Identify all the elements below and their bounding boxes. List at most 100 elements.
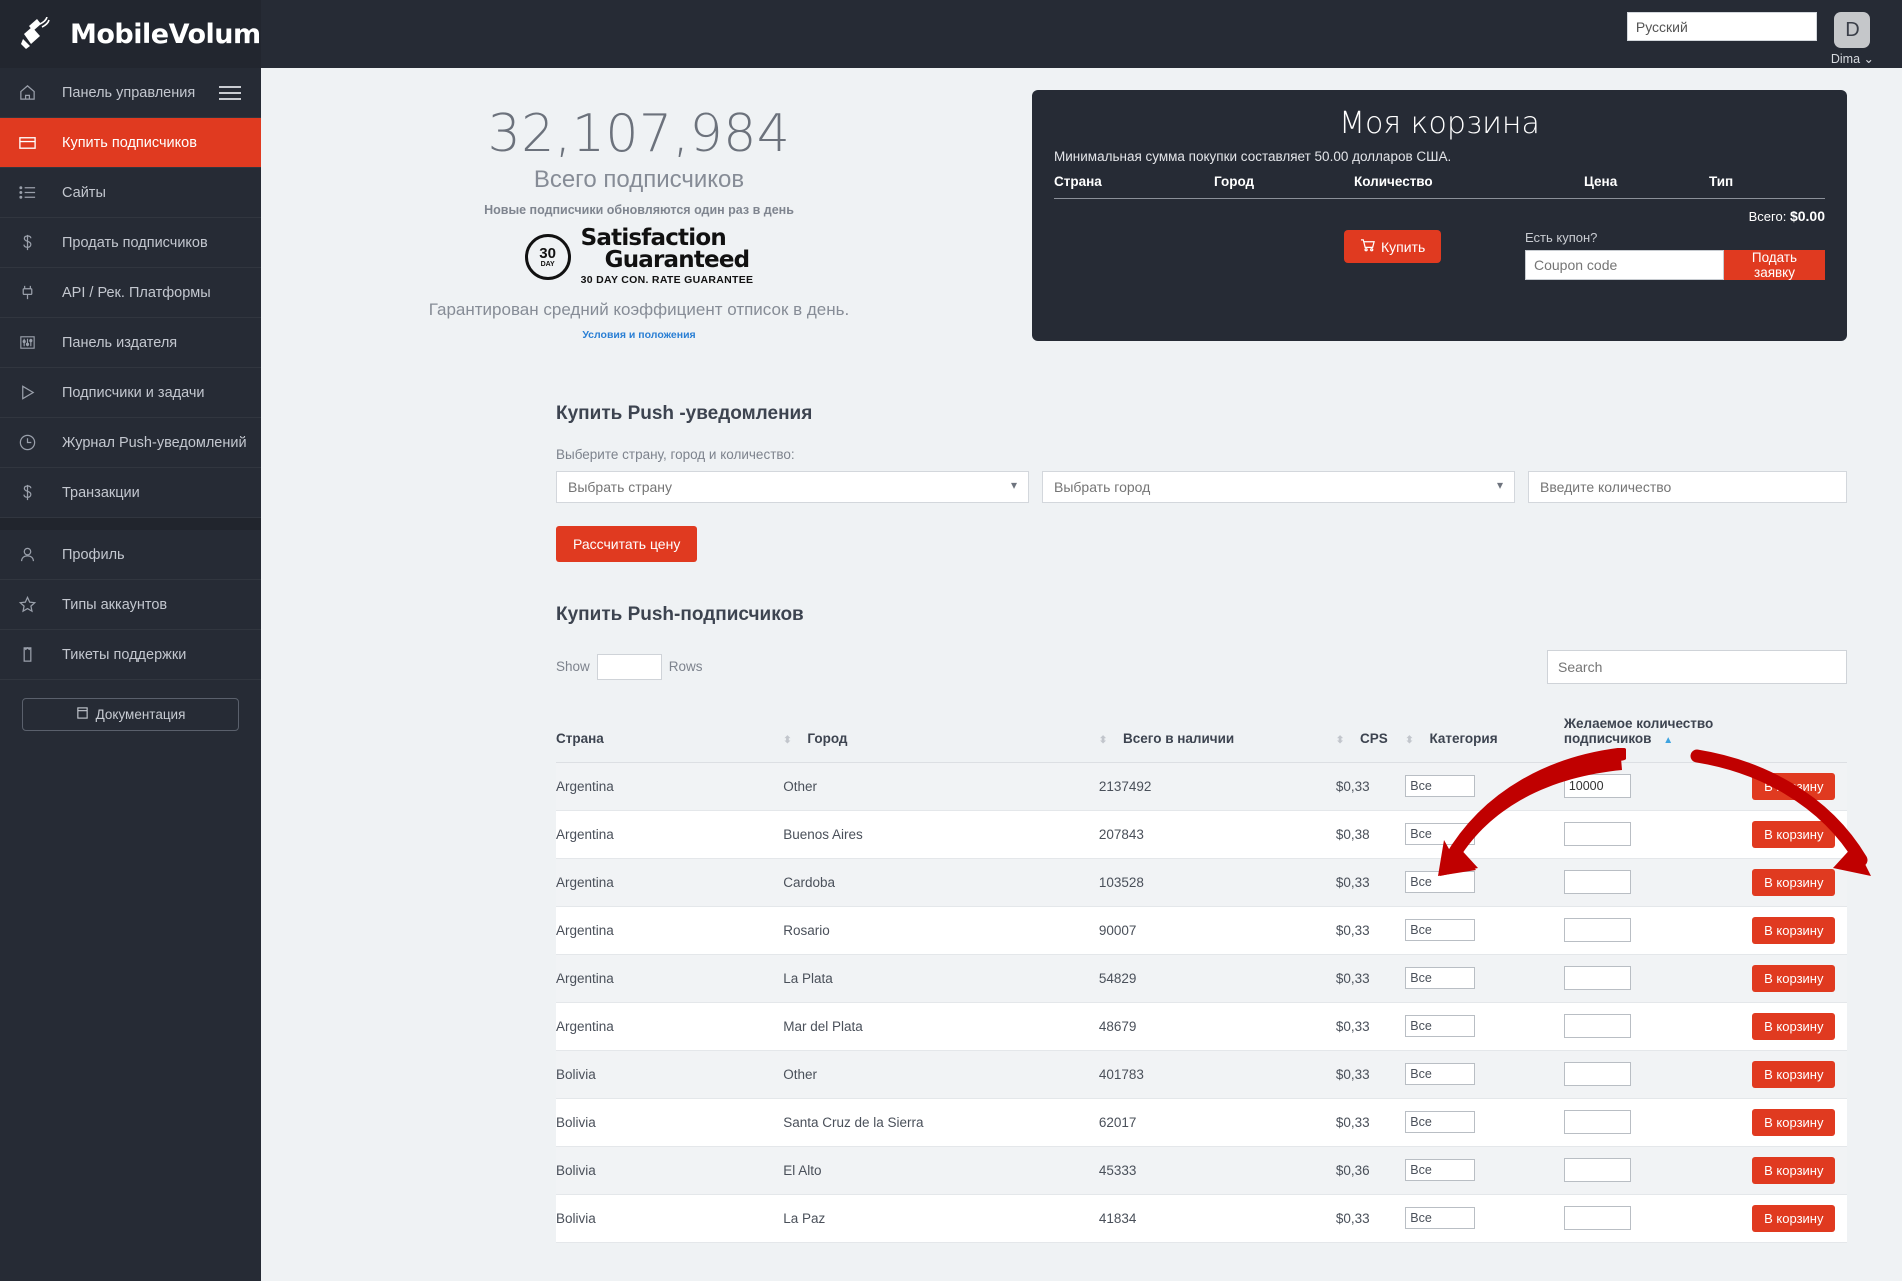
sidebar-item-publisher-panel[interactable]: Панель издателя — [0, 318, 261, 368]
cell-total-available: 48679 — [1098, 1002, 1336, 1051]
cell-cps: $0,36 — [1335, 1146, 1406, 1195]
rate-guarantee-text: Гарантирован средний коэффициент отписок… — [428, 299, 850, 319]
desired-amount-input[interactable] — [1563, 1206, 1631, 1231]
th-cps[interactable]: ⬍ CPS — [1335, 709, 1406, 763]
sort-ascending-icon[interactable]: ▲ — [1663, 735, 1673, 746]
category-input[interactable] — [1405, 1159, 1476, 1182]
add-to-cart-button[interactable]: В корзину — [1752, 1012, 1836, 1040]
desired-amount-input[interactable] — [1563, 1158, 1631, 1183]
desired-amount-input[interactable] — [1563, 774, 1631, 799]
sidebar-divider — [0, 518, 261, 530]
sidebar-item-buy-subscribers[interactable]: Купить подписчиков — [0, 118, 261, 168]
language-select[interactable] — [1626, 12, 1817, 41]
sort-icon[interactable]: ⬍ — [783, 735, 791, 746]
user-menu[interactable]: D Dima ⌄ — [1831, 12, 1874, 66]
sort-icon[interactable]: ⬍ — [1099, 735, 1107, 746]
cell-cps: $0,33 — [1335, 906, 1406, 955]
category-input[interactable] — [1405, 871, 1476, 894]
category-input[interactable] — [1405, 1111, 1476, 1134]
add-to-cart-button[interactable]: В корзину — [1752, 868, 1836, 896]
sidebar-item-api-platforms[interactable]: API / Рек. Платформы — [0, 268, 261, 318]
calculate-price-button[interactable]: Рассчитать цену — [556, 525, 698, 562]
cell-action: В корзину — [1752, 1146, 1847, 1195]
coupon-apply-button[interactable]: Подать заявку — [1724, 250, 1825, 280]
add-to-cart-button[interactable]: В корзину — [1752, 964, 1836, 992]
sidebar-item-subscribers-tasks[interactable]: Подписчики и задачи — [0, 368, 261, 418]
desired-amount-input[interactable] — [1563, 1110, 1631, 1135]
th-country[interactable]: Страна — [556, 709, 784, 763]
cell-city: La Paz — [783, 1194, 1099, 1243]
sidebar-item-dashboard[interactable]: Панель управления — [0, 68, 261, 118]
card-icon — [18, 133, 62, 152]
documentation-button[interactable]: Документация — [22, 698, 239, 731]
search-input[interactable] — [1547, 649, 1847, 684]
add-to-cart-button[interactable]: В корзину — [1752, 772, 1836, 800]
total-subscribers-count: 32,107,984 — [487, 104, 791, 164]
th-total-available[interactable]: ⬍ Всего в наличии — [1098, 709, 1336, 763]
add-to-cart-button[interactable]: В корзину — [1752, 1156, 1836, 1184]
sidebar-item-account-types[interactable]: Типы аккаунтов — [0, 580, 261, 630]
cell-category — [1405, 1002, 1564, 1051]
sort-icon[interactable]: ⬍ — [1405, 735, 1413, 746]
sidebar-item-transactions[interactable]: Транзакции — [0, 468, 261, 518]
category-input[interactable] — [1405, 775, 1476, 798]
th-city[interactable]: ⬍ Город — [783, 709, 1099, 763]
country-select-wrapper — [556, 470, 1029, 503]
desired-amount-input[interactable] — [1563, 822, 1631, 847]
cell-country: Bolivia — [556, 1050, 784, 1099]
add-to-cart-button[interactable]: В корзину — [1752, 820, 1836, 848]
desired-amount-input[interactable] — [1563, 1014, 1631, 1039]
avatar: D — [1834, 12, 1871, 48]
category-input[interactable] — [1405, 1015, 1476, 1038]
cell-city: Rosario — [783, 906, 1099, 955]
sidebar-item-support-tickets[interactable]: Тикеты поддержки — [0, 630, 261, 680]
category-input[interactable] — [1405, 1063, 1476, 1086]
cell-city: La Plata — [783, 954, 1099, 1003]
desired-amount-input[interactable] — [1563, 870, 1631, 895]
hamburger-icon[interactable] — [219, 85, 241, 100]
sidebar-label: Типы аккаунтов — [62, 596, 168, 613]
cell-cps: $0,33 — [1335, 858, 1406, 907]
city-select[interactable] — [1042, 470, 1515, 503]
guarantee-line-3: 30 DAY CON. RATE GUARANTEE — [580, 273, 754, 286]
sidebar-item-profile[interactable]: Профиль — [0, 530, 261, 580]
table-row: BoliviaOther401783$0,33 В корзину — [556, 1050, 1847, 1099]
sidebar-item-sites[interactable]: Сайты — [0, 168, 261, 218]
category-input[interactable] — [1405, 919, 1476, 942]
cell-desired — [1563, 954, 1753, 1003]
category-input[interactable] — [1405, 823, 1476, 846]
cell-city: Other — [783, 762, 1099, 811]
cell-total-available: 54829 — [1098, 954, 1336, 1003]
cell-category — [1405, 858, 1564, 907]
dollar-icon — [18, 233, 62, 252]
buy-push-title: Купить Push -уведомления — [556, 402, 813, 424]
th-category[interactable]: ⬍ Категория — [1405, 709, 1564, 763]
show-rows-input[interactable] — [596, 653, 662, 680]
cart-buy-button[interactable]: Купить — [1344, 230, 1442, 263]
satisfaction-guarantee-badge: 30 DAY Satisfaction Guaranteed 30 DAY CO… — [299, 227, 979, 286]
documentation-wrapper: Документация — [0, 680, 261, 731]
desired-amount-input[interactable] — [1563, 1062, 1631, 1087]
add-to-cart-button[interactable]: В корзину — [1752, 916, 1836, 944]
category-input[interactable] — [1405, 1207, 1476, 1230]
coupon-input[interactable] — [1525, 250, 1724, 280]
sidebar-item-sell-subscribers[interactable]: Продать подписчиков — [0, 218, 261, 268]
add-to-cart-button[interactable]: В корзину — [1752, 1108, 1836, 1136]
desired-amount-input[interactable] — [1563, 966, 1631, 991]
desired-amount-input[interactable] — [1563, 918, 1631, 943]
terms-link[interactable]: Условия и положения — [299, 329, 979, 341]
seal-number: 30 — [539, 244, 556, 262]
sidebar-item-push-log[interactable]: Журнал Push-уведомлений — [0, 418, 261, 468]
category-input[interactable] — [1405, 967, 1476, 990]
add-to-cart-button[interactable]: В корзину — [1752, 1204, 1836, 1232]
cell-total-available: 103528 — [1098, 858, 1336, 907]
sort-icon[interactable]: ⬍ — [1336, 735, 1344, 746]
ticket-icon — [18, 645, 62, 664]
th-desired-amount[interactable]: Желаемое количество подписчиков ▲ — [1563, 709, 1753, 763]
cell-action: В корзину — [1752, 954, 1847, 1003]
brand-header[interactable]: MobileVolume — [0, 0, 279, 68]
quantity-input[interactable] — [1528, 470, 1847, 503]
add-to-cart-button[interactable]: В корзину — [1752, 1060, 1836, 1088]
country-select[interactable] — [556, 470, 1029, 503]
sidebar-label: Подписчики и задачи — [62, 384, 205, 401]
